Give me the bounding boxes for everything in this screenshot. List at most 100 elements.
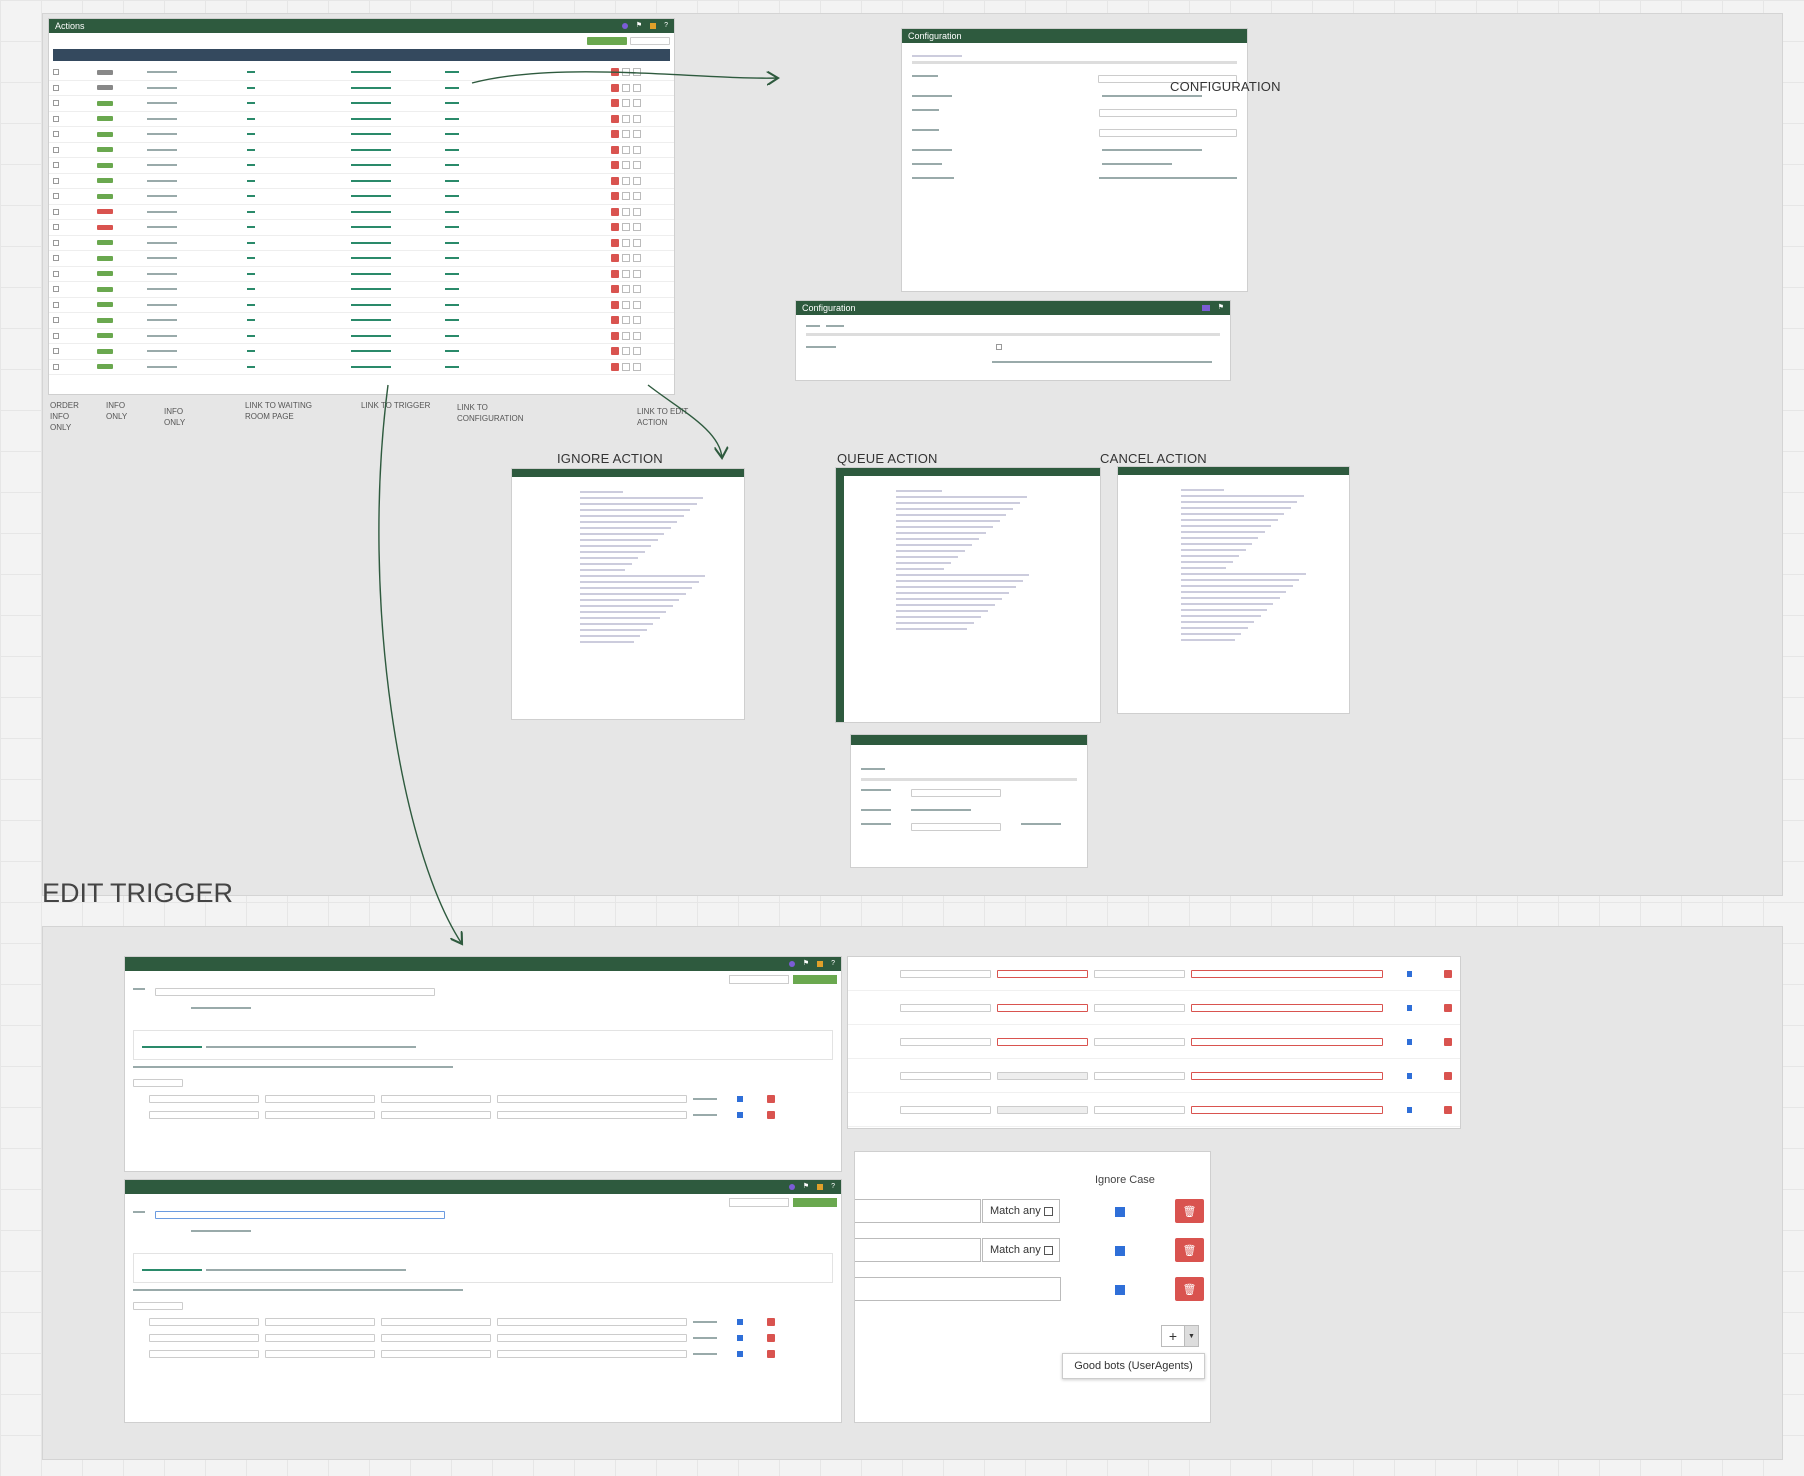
add-condition-dropdown[interactable]: ▼ [1185, 1325, 1199, 1347]
value-input[interactable] [855, 1199, 981, 1223]
delete-button[interactable] [611, 114, 619, 123]
trigger-link[interactable] [351, 133, 391, 136]
row-checkbox[interactable] [53, 193, 59, 200]
value-input[interactable] [497, 1350, 687, 1358]
open-button[interactable] [633, 223, 641, 232]
delete-button[interactable] [1444, 969, 1453, 978]
waiting-room-link[interactable] [247, 350, 255, 353]
value-input[interactable] [497, 1095, 687, 1103]
delete-button[interactable] [767, 1111, 775, 1119]
configuration-link[interactable] [445, 86, 459, 89]
open-button[interactable] [633, 362, 641, 371]
trigger-link[interactable] [351, 334, 391, 337]
row-checkbox[interactable] [53, 286, 59, 293]
open-button[interactable] [633, 207, 641, 216]
match-any-checkbox[interactable] [1043, 1206, 1053, 1216]
operator-select[interactable] [381, 1111, 491, 1119]
delete-condition-button[interactable]: 🗑 [1175, 1238, 1204, 1262]
drag-handle-icon[interactable] [856, 1038, 866, 1046]
open-button[interactable] [633, 99, 641, 108]
type-select[interactable] [899, 1003, 991, 1012]
edit-button[interactable] [622, 285, 630, 294]
trigger-link[interactable] [351, 365, 391, 368]
configuration-link[interactable] [445, 257, 459, 260]
operator-select[interactable] [1093, 1071, 1185, 1080]
waiting-room-link[interactable] [247, 195, 255, 198]
configuration-link[interactable] [445, 133, 459, 136]
delete-button[interactable] [611, 192, 619, 201]
trigger-link[interactable] [351, 195, 391, 198]
delete-button[interactable] [611, 176, 619, 185]
open-button[interactable] [633, 176, 641, 185]
delete-button[interactable] [767, 1334, 775, 1342]
save-changes-button[interactable] [793, 1198, 837, 1207]
ignore-case-checkbox[interactable] [1406, 1072, 1413, 1079]
value-input[interactable] [497, 1318, 687, 1326]
trigger-link[interactable] [351, 226, 391, 229]
waiting-room-link[interactable] [247, 117, 255, 120]
edit-button[interactable] [622, 223, 630, 232]
trigger-name-input[interactable] [155, 988, 435, 996]
delete-button[interactable] [767, 1095, 775, 1103]
edit-button[interactable] [622, 130, 630, 139]
delete-button[interactable] [611, 207, 619, 216]
value-input[interactable] [1190, 1037, 1383, 1046]
open-button[interactable] [633, 161, 641, 170]
value-input[interactable] [855, 1277, 1061, 1301]
waiting-room-link[interactable] [247, 71, 255, 74]
delete-button[interactable] [611, 362, 619, 371]
waiting-room-link[interactable] [247, 226, 255, 229]
row-checkbox[interactable] [53, 208, 59, 215]
trigger-name-input[interactable] [155, 1211, 445, 1219]
configuration-link[interactable] [445, 148, 459, 151]
drag-handle-icon[interactable] [133, 1111, 143, 1119]
operator-select[interactable] [381, 1350, 491, 1358]
operator-select[interactable] [1093, 1105, 1185, 1114]
ignore-case-checkbox[interactable] [737, 1319, 743, 1325]
type-select[interactable] [899, 1037, 991, 1046]
waiting-room-link[interactable] [247, 210, 255, 213]
open-button[interactable] [633, 114, 641, 123]
open-button[interactable] [633, 192, 641, 201]
row-checkbox[interactable] [53, 239, 59, 246]
edit-button[interactable] [622, 207, 630, 216]
save-changes-button[interactable] [587, 37, 627, 45]
row-checkbox[interactable] [53, 100, 59, 107]
delete-button[interactable] [611, 300, 619, 309]
drag-handle-icon[interactable] [856, 970, 866, 978]
delete-button[interactable] [611, 223, 619, 232]
edit-button[interactable] [622, 331, 630, 340]
waiting-room-link[interactable] [247, 272, 255, 275]
trigger-link[interactable] [351, 303, 391, 306]
open-button[interactable] [633, 347, 641, 356]
value-input[interactable] [1190, 1071, 1383, 1080]
operator-select[interactable] [133, 1079, 183, 1087]
row-checkbox[interactable] [53, 317, 59, 324]
operator-select[interactable] [1093, 969, 1185, 978]
ignore-case-checkbox[interactable] [737, 1096, 743, 1102]
edit-button[interactable] [622, 176, 630, 185]
parameter-select[interactable] [265, 1350, 375, 1358]
open-button[interactable] [633, 83, 641, 92]
delete-button[interactable] [1444, 1003, 1453, 1012]
parameter-input[interactable] [996, 969, 1088, 978]
bell-icon[interactable]: ⚑ [1218, 301, 1224, 315]
configuration-link[interactable] [445, 195, 459, 198]
waiting-room-link[interactable] [247, 148, 255, 151]
operator-select[interactable] [1093, 1003, 1185, 1012]
value-input[interactable] [1190, 1003, 1383, 1012]
value-input[interactable] [1190, 1105, 1383, 1114]
value-input[interactable] [855, 1238, 981, 1262]
configuration-link[interactable] [445, 303, 459, 306]
operator-select[interactable] [381, 1095, 491, 1103]
row-checkbox[interactable] [53, 255, 59, 262]
edit-button[interactable] [622, 145, 630, 154]
bell-icon[interactable]: ⚑ [803, 1180, 809, 1194]
row-checkbox[interactable] [53, 301, 59, 308]
ignore-case-checkbox[interactable] [1406, 970, 1413, 977]
ignore-case-checkbox[interactable] [1115, 1246, 1125, 1256]
open-button[interactable] [633, 285, 641, 294]
ignore-case-checkbox[interactable] [737, 1335, 743, 1341]
open-button[interactable] [633, 238, 641, 247]
type-select[interactable] [149, 1350, 259, 1358]
